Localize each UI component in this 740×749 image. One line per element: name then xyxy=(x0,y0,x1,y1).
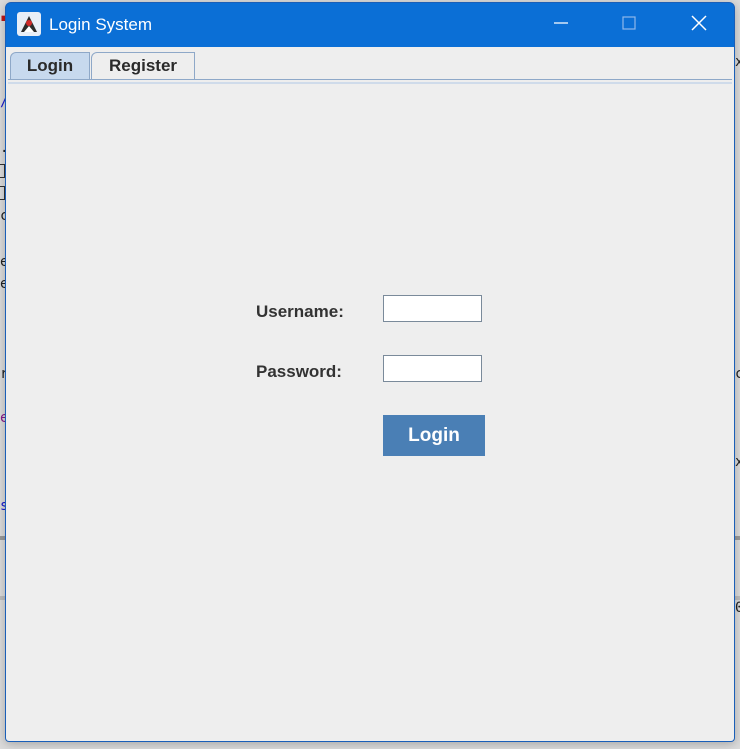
login-window: Login System Login Register Username: Pa… xyxy=(5,2,735,742)
tab-login[interactable]: Login xyxy=(10,52,90,79)
username-label: Username: xyxy=(256,302,344,321)
window-client-area: Login Register Username: Password: Login xyxy=(6,47,734,741)
close-button[interactable] xyxy=(666,3,732,47)
maximize-icon xyxy=(621,15,637,35)
password-label: Password: xyxy=(256,362,342,381)
tab-label: Login xyxy=(26,56,74,75)
bg-fragment: 0 xyxy=(735,600,740,616)
window-title: Login System xyxy=(49,15,152,34)
java-duke-icon xyxy=(17,12,41,36)
bg-fragment: x xyxy=(735,54,740,70)
title-bar[interactable]: Login System xyxy=(6,3,734,47)
maximize-button[interactable] xyxy=(596,3,662,47)
bg-fragment: c xyxy=(735,366,740,382)
password-input[interactable] xyxy=(383,355,482,382)
bg-fragment: x xyxy=(735,454,740,470)
tab-label: Register xyxy=(108,56,178,75)
login-panel: Username: Password: Login xyxy=(8,84,732,739)
minimize-icon xyxy=(553,15,569,35)
tab-strip: Login Register xyxy=(6,47,734,84)
tab-register[interactable]: Register xyxy=(91,52,195,79)
login-button[interactable]: Login xyxy=(383,415,485,456)
tab-divider xyxy=(8,79,732,80)
minimize-button[interactable] xyxy=(528,3,594,47)
close-icon xyxy=(690,14,708,36)
username-input[interactable] xyxy=(383,295,482,322)
